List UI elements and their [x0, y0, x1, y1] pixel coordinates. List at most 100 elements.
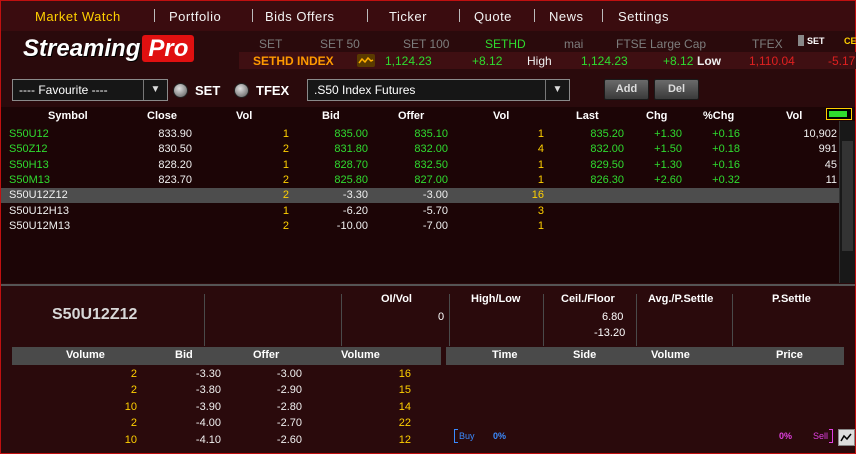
depth-cell-bid: -3.80 — [195, 384, 221, 397]
menu-news[interactable]: News — [549, 9, 584, 24]
cell-bvol: 2 — [282, 173, 289, 186]
index-tab-sethd[interactable]: SETHD — [485, 37, 526, 51]
side-tab-ce[interactable]: CE — [844, 36, 856, 46]
col-header-bid-vol[interactable]: Vol — [236, 110, 252, 122]
cell-ovol: 3 — [537, 204, 544, 217]
index-value: 1,124.23 — [385, 54, 432, 68]
sparkline-icon[interactable] — [357, 54, 375, 67]
favourite-dropdown-value: ---- Favourite ---- — [19, 83, 108, 97]
cell-symbol[interactable]: S50U12Z12 — [9, 189, 68, 201]
index-low-change: -5.17 — [828, 54, 856, 68]
col-header-bid[interactable]: Bid — [322, 110, 340, 122]
index-tab-set100[interactable]: SET 100 — [403, 37, 449, 51]
cell-ovol: 1 — [537, 158, 544, 171]
index-change: +8.12 — [472, 54, 503, 68]
depth-header: Volume Bid Offer Volume — [12, 347, 441, 365]
cell-symbol[interactable]: S50U12M13 — [9, 220, 70, 232]
depth-col-bid: Bid — [175, 349, 193, 361]
sell-percent: 0% — [779, 431, 793, 441]
market-watch-grid: Symbol Close Vol Bid Offer Vol Last Chg … — [1, 107, 855, 283]
menu-market-watch[interactable]: Market Watch — [35, 9, 121, 24]
depth-cell-bid: -3.30 — [195, 368, 221, 380]
buy-label: Buy — [459, 431, 475, 441]
index-tab-set50[interactable]: SET 50 — [320, 37, 360, 51]
index-summary-row: SETHD INDEX 1,124.23 +8.12 High 1,124.23… — [239, 52, 856, 69]
menu-ticker[interactable]: Ticker — [389, 9, 427, 24]
index-low: 1,110.04 — [749, 54, 795, 68]
grid-row[interactable]: S50Z12 830.50 2 831.80 832.00 4 832.00 +1.50 +0.… — [1, 142, 839, 157]
index-tab-tfex[interactable]: TFEX — [752, 37, 783, 51]
grid-scroll-thumb[interactable] — [842, 141, 853, 251]
cell-pchg: +0.16 — [712, 128, 740, 140]
cell-symbol[interactable]: S50H13 — [9, 159, 49, 171]
index-tab-mai[interactable]: mai — [564, 37, 583, 51]
streamingpro-logo: Streaming Pro — [23, 35, 233, 69]
cell-symbol[interactable]: S50U12 — [9, 128, 49, 140]
col-header-offer[interactable]: Offer — [398, 110, 424, 122]
cell-ovol: 1 — [537, 128, 544, 140]
cell-offer: -7.00 — [422, 219, 448, 232]
radio-tfex[interactable] — [234, 83, 249, 98]
col-header-vol[interactable]: Vol — [786, 110, 802, 122]
add-button[interactable]: Add — [604, 79, 649, 100]
menu-bids-offers[interactable]: Bids Offers — [265, 9, 335, 24]
grid-row[interactable]: S50U12M13 2 -10.00 -7.00 1 — [1, 219, 839, 234]
cell-symbol[interactable]: S50M13 — [9, 174, 50, 186]
cell-bvol: 2 — [282, 189, 289, 202]
cell-vol: 10,902 — [803, 128, 837, 140]
grid-row[interactable]: S50U12 833.90 1 835.00 835.10 1 835.20 +1.30 +0.… — [1, 127, 839, 142]
grid-row[interactable]: S50U12Z12 2 -3.30 -3.00 16 — [1, 188, 839, 204]
radio-tfex-label: TFEX — [256, 83, 290, 98]
menu-settings[interactable]: Settings — [618, 9, 669, 24]
cell-offer: 832.00 — [414, 143, 448, 156]
index-tab-set[interactable]: SET — [259, 37, 282, 51]
depth-cell-offer: -3.00 — [276, 368, 302, 380]
del-button[interactable]: Del — [654, 79, 699, 100]
cell-symbol[interactable]: S50U12H13 — [9, 205, 69, 217]
index-tab-ftse-large-cap[interactable]: FTSE Large Cap — [616, 37, 706, 51]
cell-symbol[interactable]: S50Z12 — [9, 143, 48, 155]
cell-pchg: +0.16 — [712, 158, 740, 171]
side-tab-set[interactable]: SET — [807, 36, 825, 46]
radio-set[interactable] — [173, 83, 188, 98]
menu-quote[interactable]: Quote — [474, 9, 512, 24]
cell-pchg: +0.18 — [712, 143, 740, 156]
depth-row: 2 -3.80 -2.90 15 — [12, 383, 441, 399]
depth-cell-bid: -4.10 — [195, 433, 221, 446]
radio-set-label: SET — [195, 83, 221, 98]
cell-bid: 835.00 — [334, 128, 368, 140]
depth-cell-ovol: 15 — [398, 384, 411, 397]
grid-row[interactable]: S50U12H13 1 -6.20 -5.70 3 — [1, 204, 839, 219]
menu-divider — [154, 9, 155, 22]
series-dropdown[interactable]: .S50 Index Futures ▼ — [307, 79, 570, 101]
cell-chg: +2.60 — [654, 173, 682, 186]
menu-portfolio[interactable]: Portfolio — [169, 9, 221, 24]
col-header-chg[interactable]: Chg — [646, 110, 667, 122]
cell-bid: -6.20 — [342, 204, 368, 217]
cell-pchg: +0.32 — [712, 173, 740, 186]
high-label: High — [527, 54, 552, 68]
cell-last: 829.50 — [590, 158, 624, 171]
cell-bid: 825.80 — [334, 173, 368, 186]
col-header-offer-vol[interactable]: Vol — [493, 110, 509, 122]
col-header-close[interactable]: Close — [147, 110, 177, 122]
grid-scrollbar[interactable] — [839, 121, 855, 283]
cell-bvol: 2 — [282, 143, 289, 156]
cell-bid: 831.80 — [334, 143, 368, 156]
col-header-symbol[interactable]: Symbol — [48, 110, 88, 122]
psettle-label: P.Settle — [772, 293, 811, 305]
cell-offer: 835.10 — [414, 128, 448, 140]
battery-icon[interactable] — [826, 108, 852, 120]
grid-row[interactable]: S50M13 823.70 2 825.80 827.00 1 826.30 +2.60 +0.… — [1, 173, 839, 188]
col-header-last[interactable]: Last — [576, 110, 599, 122]
grid-row[interactable]: S50H13 828.20 1 828.70 832.50 1 829.50 +1.30 +0.… — [1, 158, 839, 173]
ceilfloor-label: Ceil./Floor — [561, 293, 615, 305]
cell-close: 833.90 — [158, 128, 192, 140]
favourite-dropdown[interactable]: ---- Favourite ---- ▼ — [12, 79, 168, 101]
depth-cell-bvol: 2 — [130, 368, 137, 380]
col-header-pchg[interactable]: %Chg — [703, 110, 734, 122]
chart-toggle-icon[interactable] — [838, 429, 855, 446]
divider — [204, 294, 205, 346]
cell-bvol: 1 — [282, 128, 289, 140]
scroll-marker — [798, 35, 804, 46]
